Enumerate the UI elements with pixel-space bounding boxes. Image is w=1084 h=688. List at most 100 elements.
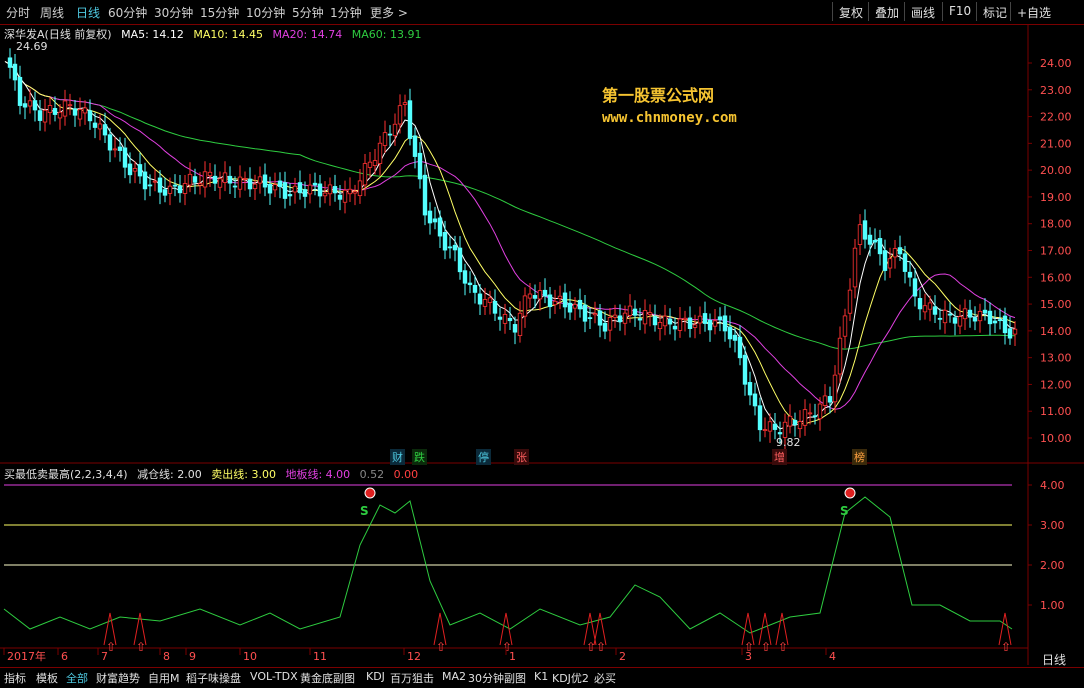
period-more[interactable]: 更多 > [370,4,408,21]
tab-operation[interactable]: 稻子味操盘 [186,670,241,686]
overlay-button[interactable]: 叠加 [868,2,905,21]
candle-body [417,152,423,180]
candle-body [42,109,48,123]
candle-body [142,171,148,190]
tab-kdj-opt2[interactable]: KDJ优2 [552,670,589,686]
period-daily[interactable]: 日线 [76,4,100,21]
tab-million-sniper[interactable]: 百万狙击 [390,670,434,686]
candle-body [972,317,978,322]
adjust-button[interactable]: 复权 [832,2,869,21]
tab-k1[interactable]: K1 [534,670,548,683]
tab-wealth-trend[interactable]: 财富趋势 [96,670,140,686]
sell-line-value: 卖出线: 3.00 [211,468,276,481]
buy-arrow-icon: ⇧ [778,640,788,654]
candle-body [597,310,603,326]
draw-line-button[interactable]: 画线 [904,2,941,21]
period-10min[interactable]: 10分钟 [246,4,285,21]
indicator-tick-label: 3.00 [1040,519,1065,532]
tag-rise[interactable]: 张 [514,449,529,465]
candle-body [117,146,123,151]
candle-body [677,318,683,331]
period-1min[interactable]: 1分钟 [330,4,362,21]
candle-body [302,189,308,197]
candle-body [582,304,588,322]
candle-body [502,313,508,324]
candle-body [257,176,263,184]
mark-button[interactable]: 标记 [976,2,1013,21]
candle-body [977,310,983,322]
candle-body [327,184,333,195]
candle-body [177,185,183,194]
tag-list[interactable]: 榜 [852,449,867,465]
tag-finance[interactable]: 财 [390,449,405,465]
candle-body [157,177,163,193]
tag-fall[interactable]: 跌 [412,449,427,465]
candle-body [992,320,998,324]
period-intraday[interactable]: 分时 [6,4,30,21]
candle-body [917,298,923,310]
candle-body [647,312,653,315]
candle-body [7,57,13,68]
candle-body [757,405,763,431]
price-tick-label: 21.00 [1040,137,1072,150]
tag-halt[interactable]: 停 [476,449,491,465]
sell-signal-label: S [360,504,369,518]
period-indicator[interactable]: 日线 [1042,651,1066,668]
period-5min[interactable]: 5分钟 [292,4,324,21]
tab-all[interactable]: 全部 [66,670,88,686]
time-axis-label: 3 [745,650,752,663]
candle-body [687,317,693,329]
candle-body [87,110,93,122]
candle-body [212,175,218,184]
candle-body [737,336,743,359]
period-weekly[interactable]: 周线 [40,4,64,21]
candle-body [97,123,103,130]
tab-30min-sub[interactable]: 30分钟副图 [468,670,526,686]
tab-custom-m[interactable]: 自用M [148,670,180,686]
time-axis-label: 2017年 [7,649,46,663]
tab-vol-tdx[interactable]: VOL-TDX [250,670,298,683]
candle-body [147,184,153,187]
candle-body [717,316,723,321]
time-axis-label: 4 [829,650,836,663]
period-30min[interactable]: 30分钟 [154,4,193,21]
kline-chart[interactable]: 24.0023.0022.0021.0020.0019.0018.0017.00… [0,25,1084,665]
candle-body [542,289,548,297]
candle-body [402,102,408,105]
candle-body [822,395,828,406]
candle-body [637,318,643,321]
price-tick-label: 17.00 [1040,245,1072,258]
f10-button[interactable]: F10 [942,2,977,21]
tag-increase[interactable]: 增 [772,449,787,465]
time-axis-label: 8 [163,650,170,663]
tab-ma2[interactable]: MA2 [442,670,466,683]
buy-arrow-icon: ⇧ [136,640,146,654]
add-watchlist-button[interactable]: +自选 [1010,2,1057,21]
candle-body [1012,328,1018,335]
tab-template[interactable]: 模板 [36,670,58,686]
period-60min[interactable]: 60分钟 [108,4,147,21]
candle-body [127,163,133,176]
candle-body [882,250,888,271]
tab-must-buy[interactable]: 必买 [594,670,616,686]
sell-signal-icon [364,487,376,499]
candle-body [292,185,298,193]
candle-body [702,313,708,324]
tab-golden-bottom[interactable]: 黄金底副图 [300,670,355,686]
price-tick-label: 22.00 [1040,111,1072,124]
candle-body [607,317,613,331]
price-tick-label: 11.00 [1040,405,1072,418]
tab-kdj[interactable]: KDJ [366,670,385,683]
candle-body [772,423,778,430]
candle-body [937,317,943,320]
candle-body [852,247,858,288]
period-15min[interactable]: 15分钟 [200,4,239,21]
candle-body [357,180,363,197]
candle-body [352,191,358,194]
candle-body [82,107,88,114]
tab-indicator[interactable]: 指标 [4,670,26,686]
candle-body [682,317,688,320]
candle-body [412,135,418,157]
candle-body [312,182,318,186]
candle-body [307,184,313,195]
